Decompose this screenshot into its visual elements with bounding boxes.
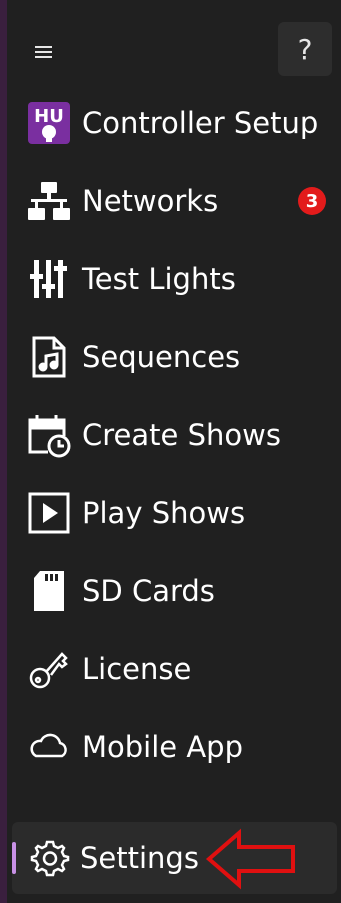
gear-icon [30,840,70,877]
sliders-icon [24,254,74,304]
red-arrow-icon [205,828,295,890]
nav-item-label: Create Shows [82,418,281,452]
music-file-icon [24,332,74,382]
nav-item-create-shows[interactable]: Create Shows [14,396,339,474]
network-icon [24,176,74,226]
key-icon [24,644,74,694]
help-label: ? [297,32,313,66]
help-button[interactable]: ? [278,22,332,76]
nav-item-test-lights[interactable]: Test Lights [14,240,339,318]
nav-menu: HU Controller Setup Networks 3 Test Ligh… [14,84,339,786]
hu-logo-icon: HU [24,98,74,148]
nav-item-label: Controller Setup [82,106,319,140]
nav-item-label: Play Shows [82,496,246,530]
selection-indicator [12,842,16,874]
window-left-border [0,0,7,903]
hamburger-icon [35,46,52,58]
nav-item-networks[interactable]: Networks 3 [14,162,339,240]
hamburger-menu-button[interactable] [26,34,62,70]
nav-item-label: Sequences [82,340,241,374]
nav-item-label: SD Cards [82,574,215,608]
nav-item-license[interactable]: License [14,630,339,708]
nav-item-label: Test Lights [82,262,236,296]
sd-card-icon [24,566,74,616]
settings-label: Settings [80,841,199,875]
nav-item-play-shows[interactable]: Play Shows [14,474,339,552]
nav-item-sequences[interactable]: Sequences [14,318,339,396]
calendar-clock-icon [24,410,74,460]
nav-item-label: Networks [82,184,219,218]
nav-item-mobile-app[interactable]: Mobile App [14,708,339,786]
nav-item-sd-cards[interactable]: SD Cards [14,552,339,630]
nav-item-label: License [82,652,192,686]
play-icon [24,488,74,538]
cloud-icon [24,722,74,772]
nav-item-controller-setup[interactable]: HU Controller Setup [14,84,339,162]
nav-item-label: Mobile App [82,730,244,764]
svg-text:HU: HU [34,106,64,127]
notification-badge: 3 [298,187,326,215]
